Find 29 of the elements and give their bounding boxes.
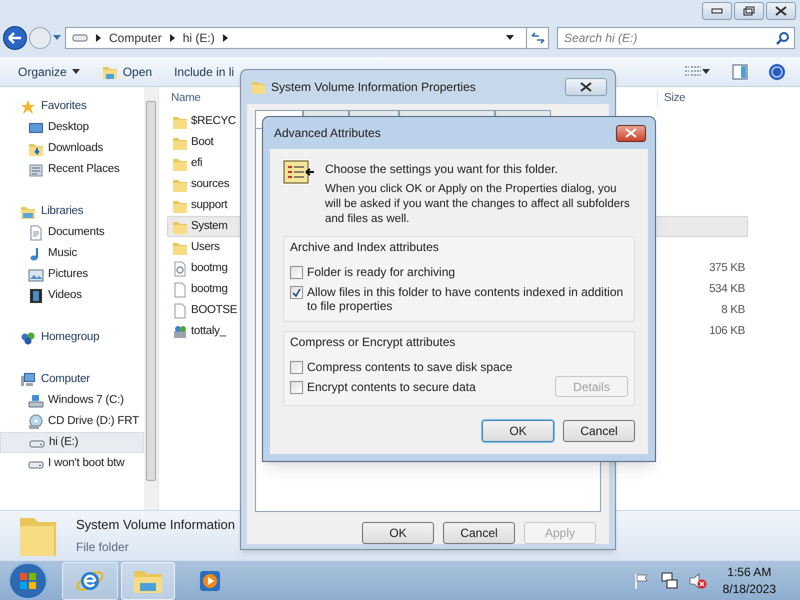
dialog-title: Advanced Attributes	[274, 125, 382, 142]
dialog-title: System Volume Information Properties	[271, 79, 477, 96]
checkbox-label: Encrypt contents to secure data	[307, 380, 477, 394]
file-name: Boot	[191, 134, 214, 150]
file-name: bootmg	[191, 282, 228, 297]
clock-time: 1:56 AM	[727, 564, 772, 580]
instruction-text: When you click OK or Apply on the Properties dialog, you will be asked if you want the changes to affect all subfolders and files as well.	[325, 182, 631, 227]
file-size: 375 KB	[709, 260, 746, 276]
file-name: BOOTSE	[191, 302, 238, 318]
file-name: $RECYC	[191, 114, 236, 129]
file-name: efi	[191, 156, 202, 171]
file-size: 534 KB	[709, 282, 746, 297]
file-size: 106 KB	[709, 324, 746, 339]
file-size: 8 KB	[721, 302, 746, 318]
checkbox-label: Compress contents to save disk space	[307, 360, 514, 374]
checkbox-label: Allow files in this folder to have contents indexed in addition to file properties	[307, 285, 624, 313]
file-name: bootmg	[191, 260, 228, 276]
clock-date: 8/18/2023	[722, 580, 776, 598]
item-type: File folder	[76, 539, 130, 556]
group-title: Compress or Encrypt attributes	[290, 334, 456, 351]
instruction-text: Choose the settings you want for this folder.	[325, 161, 559, 178]
file-name: System	[191, 218, 228, 234]
file-name: sources	[191, 176, 230, 192]
file-name: Users	[191, 240, 220, 255]
item-name: System Volume Information	[76, 516, 235, 534]
checkbox-label: Folder is ready for archiving	[307, 265, 456, 279]
file-name: tottaly_	[191, 324, 226, 339]
file-name: support	[191, 198, 228, 213]
group-title: Archive and Index attributes	[290, 239, 440, 256]
